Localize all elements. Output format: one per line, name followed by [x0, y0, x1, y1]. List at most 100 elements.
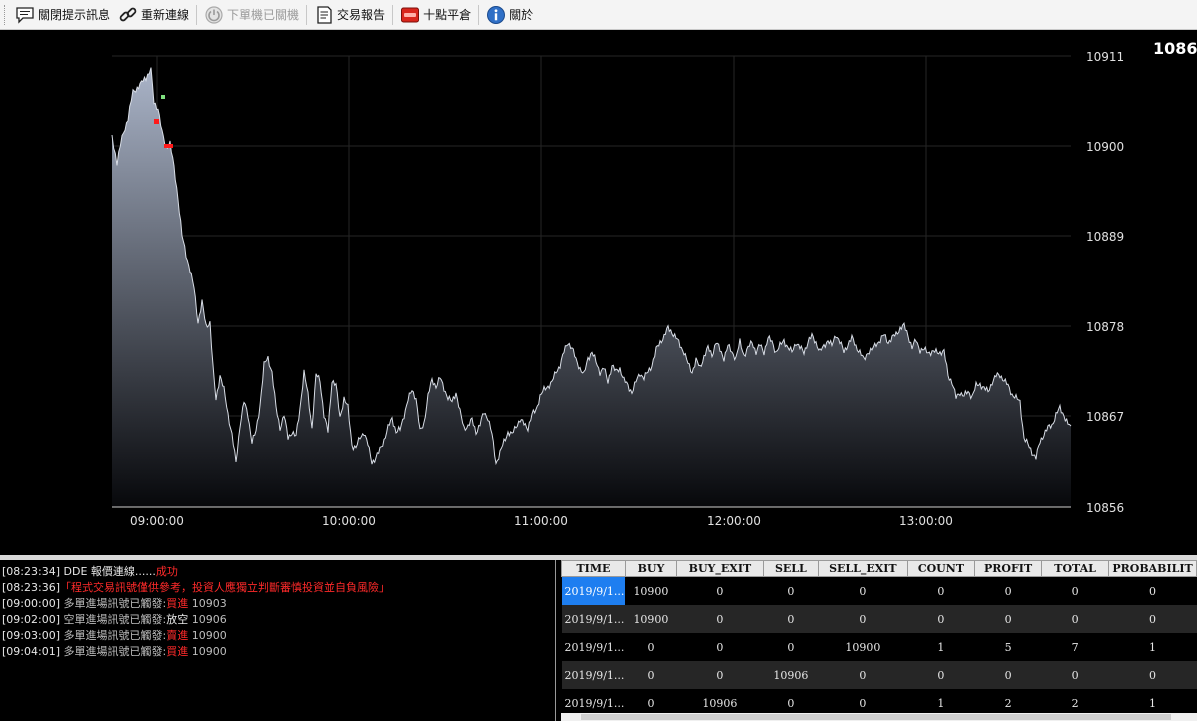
table-cell[interactable]: 0	[1041, 576, 1109, 605]
price-area	[112, 67, 1071, 507]
table-cell[interactable]: 2019/9/1...	[561, 633, 626, 661]
table-cell[interactable]: 0	[907, 576, 975, 605]
message-icon	[16, 6, 34, 24]
table-cell[interactable]: 0	[974, 605, 1042, 633]
table-cell[interactable]: 0	[676, 605, 764, 633]
table-cell[interactable]: 0	[1108, 605, 1197, 633]
table-cell[interactable]: 0	[676, 633, 764, 661]
table-cell[interactable]: 0	[1041, 661, 1109, 689]
report-icon	[317, 5, 332, 24]
col-header-profit[interactable]: PROFIT	[973, 560, 1043, 577]
log-text: 多單進場訊號已觸發:	[63, 597, 167, 610]
table-cell[interactable]: 1	[907, 633, 975, 661]
log-line: [09:02:00] 空單進場訊號已觸發:放空 10906	[0, 612, 555, 628]
log-line: [08:23:34] DDE 報價連線......成功	[0, 564, 555, 580]
col-header-buy-exit[interactable]: BUY_EXIT	[675, 560, 764, 577]
reconnect-button[interactable]: 重新連線	[114, 3, 193, 27]
table-cell[interactable]: 10900	[625, 605, 677, 633]
table-cell[interactable]: 2019/9/1...	[561, 576, 626, 605]
table-cell[interactable]: 10900	[818, 633, 908, 661]
y-tick-label: 10889	[1086, 230, 1124, 244]
current-price: 1086	[1153, 39, 1197, 58]
col-header-sell[interactable]: SELL	[762, 560, 819, 577]
horizontal-scrollbar[interactable]	[561, 713, 1197, 721]
col-header-time[interactable]: TIME	[561, 560, 626, 577]
log-price: 10900	[191, 645, 227, 658]
ten-oclock-close-label: 十點平倉	[423, 8, 472, 22]
table-cell[interactable]: 0	[676, 661, 764, 689]
table-cell[interactable]: 0	[974, 661, 1042, 689]
table-cell[interactable]: 0	[818, 605, 908, 633]
table-cell[interactable]: 10906	[763, 661, 819, 689]
sell-marker	[161, 95, 165, 99]
log-action: 賣進	[166, 629, 189, 642]
toolbar-separator	[478, 4, 480, 25]
table-cell[interactable]: 5	[974, 633, 1042, 661]
table-cell[interactable]: 2019/9/1...	[561, 661, 626, 689]
ten-oclock-close-button[interactable]: 十點平倉	[396, 3, 475, 27]
table-row[interactable]: 2019/9/1... 0 0 0 10900 1 5 7 1	[561, 633, 1197, 661]
table-cell[interactable]: 7	[1041, 633, 1109, 661]
buy-marker	[154, 119, 159, 124]
col-header-probability[interactable]: PROBABILIT	[1108, 560, 1197, 577]
table-cell[interactable]: 0	[763, 633, 819, 661]
table-cell[interactable]: 2019/9/1...	[561, 605, 626, 633]
log-highlight: 成功	[155, 565, 178, 578]
table-cell[interactable]: 0	[763, 576, 819, 605]
log-text: 空單進場訊號已觸發:	[63, 613, 167, 626]
order-machine-off-label: 下單機已關機	[227, 8, 300, 22]
table-cell[interactable]: 0	[907, 605, 975, 633]
reconnect-label: 重新連線	[141, 8, 190, 22]
log-text: 多單進場訊號已觸發:	[63, 629, 167, 642]
log-action: 買進	[166, 645, 189, 658]
table-cell[interactable]: 0	[1108, 661, 1197, 689]
table-row[interactable]: 2019/9/1... 10900 0 0 0 0 0 0 0	[561, 576, 1197, 605]
log-price: 10906	[191, 613, 227, 626]
col-header-sell-exit[interactable]: SELL_EXIT	[817, 560, 908, 577]
x-tick-label: 10:00:00	[322, 514, 376, 528]
table-cell[interactable]: 0	[818, 661, 908, 689]
y-tick-label: 10867	[1086, 410, 1124, 424]
table-cell[interactable]: 0	[1041, 605, 1109, 633]
log-price: 10903	[191, 597, 227, 610]
table-cell[interactable]: 0	[974, 576, 1042, 605]
log-text: DDE 報價連線......	[63, 565, 156, 578]
col-header-buy[interactable]: BUY	[624, 560, 677, 577]
about-label: 關於	[509, 8, 534, 22]
power-icon	[205, 5, 223, 24]
table-cell[interactable]: 0	[763, 605, 819, 633]
x-tick-label: 11:00:00	[514, 514, 568, 528]
y-tick-label: 10911	[1086, 50, 1124, 64]
table-row[interactable]: 2019/9/1... 10900 0 0 0 0 0 0 0	[561, 605, 1197, 633]
y-tick-label: 10900	[1086, 140, 1124, 154]
col-header-total[interactable]: TOTAL	[1041, 560, 1109, 577]
log-line: [09:03:00] 多單進場訊號已觸發:賣進 10900	[0, 628, 555, 644]
log-time: [09:03:00]	[2, 629, 60, 642]
off-icon	[401, 7, 420, 22]
about-button[interactable]: 關於	[482, 3, 537, 27]
col-header-count[interactable]: COUNT	[906, 560, 975, 577]
x-axis-labels: 09:00:00 10:00:00 11:00:00 12:00:00 13:0…	[130, 514, 953, 528]
buy-marker	[164, 144, 173, 148]
table-cell[interactable]: 0	[676, 576, 764, 605]
close-messages-button[interactable]: 關閉提示訊息	[11, 3, 114, 27]
log-line: [09:04:01] 多單進場訊號已觸發:買進 10900	[0, 644, 555, 660]
table-cell[interactable]: 0	[818, 576, 908, 605]
table-cell[interactable]: 0	[907, 661, 975, 689]
log-time: [09:02:00]	[2, 613, 60, 626]
toolbar-grip[interactable]	[4, 4, 8, 25]
table-cell[interactable]: 0	[1108, 576, 1197, 605]
trade-report-button[interactable]: 交易報告	[310, 3, 389, 27]
table-cell[interactable]: 10900	[625, 576, 677, 605]
order-machine-off-button[interactable]: 下單機已關機	[200, 3, 303, 27]
close-messages-label: 關閉提示訊息	[38, 8, 111, 22]
log-line: [08:23:36]「程式交易訊號僅供參考，投資人應獨立判斷審慎投資並自負風險」	[0, 580, 555, 596]
scrollbar-thumb[interactable]	[581, 714, 1171, 720]
table-cell[interactable]: 0	[625, 633, 677, 661]
table-row[interactable]: 2019/9/1... 0 0 10906 0 0 0 0 0	[561, 661, 1197, 689]
table-cell[interactable]: 1	[1108, 633, 1197, 661]
table-cell[interactable]: 0	[625, 661, 677, 689]
y-tick-label: 10856	[1086, 501, 1124, 515]
y-axis-labels: 10911 10900 10889 10878 10867 10856	[1086, 50, 1124, 515]
log-warning: 「程式交易訊號僅供參考，投資人應獨立判斷審慎投資並自負風險」	[60, 581, 390, 594]
